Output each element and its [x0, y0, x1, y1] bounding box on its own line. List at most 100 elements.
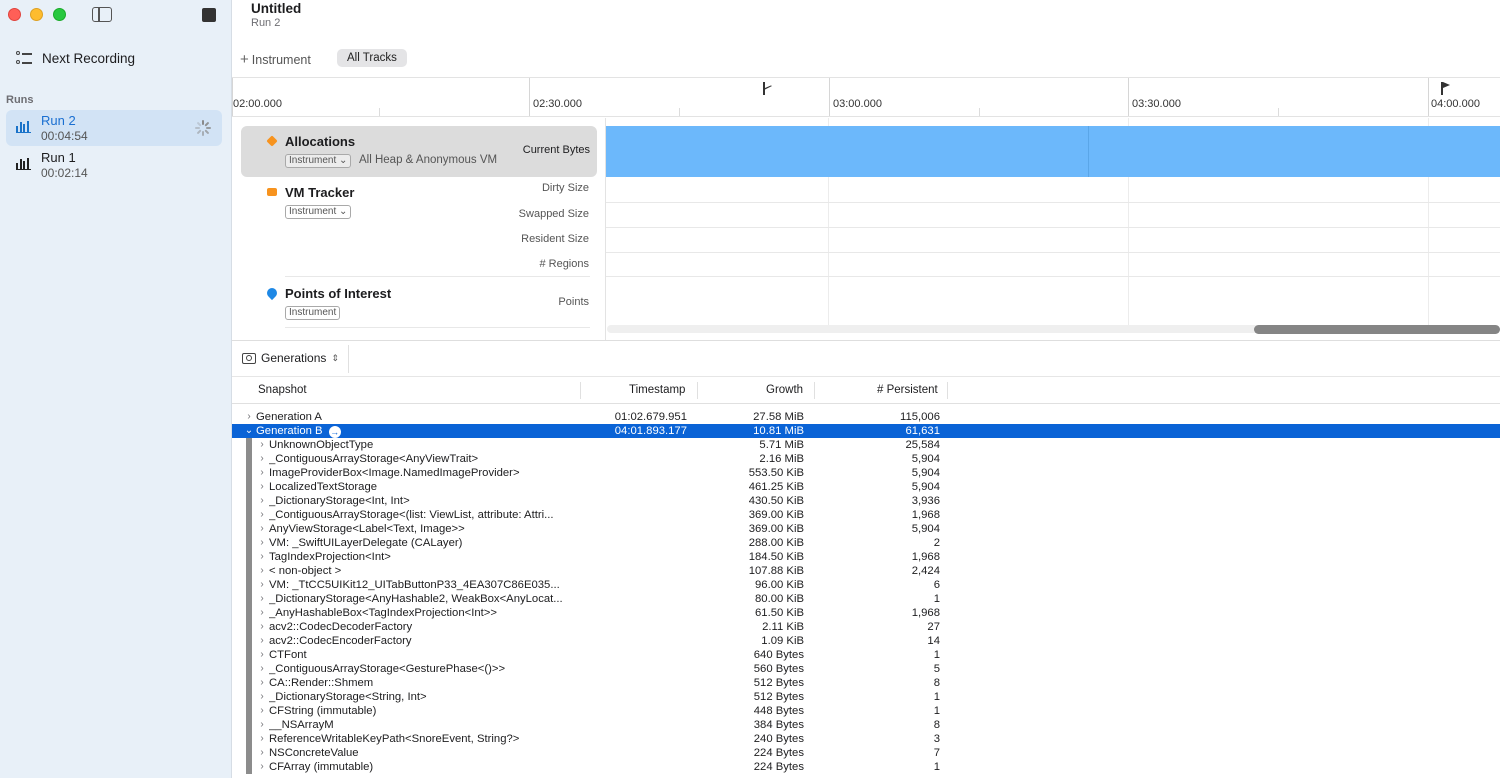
chart-bars-icon — [16, 158, 31, 170]
column-divider[interactable] — [697, 382, 698, 399]
chevron-right-icon[interactable]: › — [257, 578, 267, 592]
column-header-persistent[interactable]: # Persistent — [877, 384, 938, 396]
table-row[interactable]: › _AnyHashableBox<TagIndexProjection<Int>… — [232, 606, 1500, 620]
add-instrument-label: Instrument — [251, 53, 311, 67]
generations-selector[interactable]: Generations ⇕ — [242, 351, 339, 365]
track-graph-area[interactable] — [606, 118, 1500, 340]
stop-recording-icon[interactable] — [202, 8, 216, 22]
column-divider[interactable] — [947, 382, 948, 399]
table-row[interactable]: › _ContiguousArrayStorage<AnyViewTrait> 2.… — [232, 452, 1500, 466]
scrollbar-thumb[interactable] — [1254, 325, 1500, 334]
chevron-right-icon[interactable]: › — [257, 536, 267, 550]
go-arrow-icon[interactable]: → — [328, 426, 341, 438]
table-row[interactable]: › CFString (immutable) 448 Bytes 1 — [232, 704, 1500, 718]
table-row[interactable]: › VM: _TtCC5UIKit12_UITabButtonP33_4EA307… — [232, 578, 1500, 592]
sidebar-item-run-1[interactable]: Run 1 00:02:14 — [6, 147, 222, 183]
table-row[interactable]: › NSConcreteValue 224 Bytes 7 — [232, 746, 1500, 760]
table-row[interactable]: › CTFont 640 Bytes 1 — [232, 648, 1500, 662]
chevron-right-icon[interactable]: › — [257, 592, 267, 606]
snapshot-name: < non-object > — [269, 565, 342, 577]
tracks-panel: Allocations Instrument ⌄ All Heap & Anon… — [232, 118, 1500, 340]
table-row[interactable]: › ImageProviderBox<Image.NamedImageProvid… — [232, 466, 1500, 480]
table-row[interactable]: › __NSArrayM 384 Bytes 8 — [232, 718, 1500, 732]
nesting-indicator — [246, 466, 252, 480]
chevron-right-icon[interactable]: › — [257, 746, 267, 760]
table-row[interactable]: › CFArray (immutable) 224 Bytes 1 — [232, 760, 1500, 774]
table-row[interactable]: › LocalizedTextStorage 461.25 KiB 5,904 — [232, 480, 1500, 494]
lane-divider — [606, 252, 1500, 253]
chevron-right-icon[interactable]: › — [257, 494, 267, 508]
chevron-right-icon[interactable]: › — [257, 760, 267, 774]
table-row[interactable]: › CA::Render::Shmem 512 Bytes 8 — [232, 676, 1500, 690]
all-tracks-button[interactable]: All Tracks — [337, 49, 407, 67]
horizontal-scrollbar[interactable] — [607, 325, 1500, 334]
chevron-right-icon[interactable]: › — [257, 662, 267, 676]
chevron-right-icon[interactable]: › — [257, 480, 267, 494]
chevron-right-icon[interactable]: › — [257, 648, 267, 662]
table-row[interactable]: › TagIndexProjection<Int> 184.50 KiB 1,968 — [232, 550, 1500, 564]
chevron-right-icon[interactable]: › — [257, 508, 267, 522]
snapshot-name: _ContiguousArrayStorage<(list: ViewList,… — [269, 509, 554, 521]
nesting-indicator — [246, 746, 252, 760]
table-row[interactable]: › _ContiguousArrayStorage<(list: ViewList… — [232, 508, 1500, 522]
tick-mark — [679, 108, 680, 116]
table-row[interactable]: › acv2::CodecDecoderFactory 2.11 KiB 27 — [232, 620, 1500, 634]
chevron-right-icon[interactable]: › — [257, 732, 267, 746]
chevron-right-icon[interactable]: › — [257, 606, 267, 620]
persistent-cell: 1,968 — [911, 509, 940, 521]
flag-icon[interactable] — [1441, 82, 1451, 96]
growth-cell: 27.58 MiB — [753, 411, 804, 423]
snapshot-name: VM: _TtCC5UIKit12_UITabButtonP33_4EA307C… — [269, 579, 560, 591]
next-recording-button[interactable]: Next Recording — [16, 50, 135, 66]
allocations-track-header[interactable]: Allocations Instrument ⌄ All Heap & Anon… — [241, 126, 597, 177]
chevron-right-icon[interactable]: › — [257, 704, 267, 718]
chevron-right-icon[interactable]: › — [257, 522, 267, 536]
chevron-right-icon[interactable]: › — [257, 718, 267, 732]
chevron-right-icon[interactable]: › — [257, 634, 267, 648]
add-instrument-button[interactable]: + Instrument — [240, 51, 311, 68]
chevron-right-icon[interactable]: › — [257, 676, 267, 690]
table-row[interactable]: › VM: _SwiftUILayerDelegate (CALayer) 288.… — [232, 536, 1500, 550]
persistent-cell: 27 — [927, 621, 940, 633]
column-header-timestamp[interactable]: Timestamp — [629, 384, 685, 396]
table-row[interactable]: › < non-object > 107.88 KiB 2,424 — [232, 564, 1500, 578]
table-row[interactable]: › _ContiguousArrayStorage<GesturePhase<()… — [232, 662, 1500, 676]
chevron-right-icon[interactable]: › — [244, 410, 254, 424]
chevron-down-icon[interactable]: ⌄ — [244, 424, 254, 438]
growth-cell: 448 Bytes — [753, 705, 804, 717]
chevron-right-icon[interactable]: › — [257, 690, 267, 704]
growth-cell: 1.09 KiB — [761, 635, 804, 647]
column-header-growth[interactable]: Growth — [766, 384, 803, 396]
nesting-indicator — [246, 508, 252, 522]
table-row[interactable]: › _DictionaryStorage<String, Int> 512 Byte… — [232, 690, 1500, 704]
table-row[interactable]: › Generation A 01:02.679.951 27.58 MiB 1… — [232, 410, 1500, 424]
sidebar-item-run-2[interactable]: Run 2 00:04:54 — [6, 110, 222, 146]
table-row[interactable]: › _DictionaryStorage<Int, Int> 430.50 KiB 3… — [232, 494, 1500, 508]
table-row[interactable]: › acv2::CodecEncoderFactory 1.09 KiB 14 — [232, 634, 1500, 648]
sidebar-toggle-icon[interactable] — [92, 7, 112, 22]
table-row[interactable]: › _DictionaryStorage<AnyHashable2, WeakBo… — [232, 592, 1500, 606]
table-row[interactable]: › AnyViewStorage<Label<Text, Image>> 369.0… — [232, 522, 1500, 536]
column-divider[interactable] — [580, 382, 581, 399]
cube-icon — [266, 135, 278, 147]
table-row[interactable]: › UnknownObjectType 5.71 MiB 25,584 — [232, 438, 1500, 452]
column-divider[interactable] — [814, 382, 815, 399]
zoom-window-button[interactable] — [53, 8, 66, 21]
minimize-window-button[interactable] — [30, 8, 43, 21]
chevron-right-icon[interactable]: › — [257, 438, 267, 452]
column-header-snapshot[interactable]: Snapshot — [258, 384, 307, 396]
chevron-right-icon[interactable]: › — [257, 452, 267, 466]
close-window-button[interactable] — [8, 8, 21, 21]
chevron-right-icon[interactable]: › — [257, 550, 267, 564]
timeline-ruler[interactable]: 02:00.000 02:30.000 03:00.000 03:30.000 … — [232, 77, 1500, 117]
table-row[interactable]: › ReferenceWritableKeyPath<SnoreEvent, St… — [232, 732, 1500, 746]
chevron-right-icon[interactable]: › — [257, 466, 267, 480]
track-metric: Current Bytes — [522, 144, 590, 156]
instrument-dropdown[interactable]: Instrument ⌄ — [285, 205, 352, 219]
table-row-selected[interactable]: ⌄ Generation B → 04:01.893.177 10.81 MiB … — [232, 424, 1500, 438]
allocations-graph[interactable] — [606, 126, 1500, 177]
instrument-dropdown[interactable]: Instrument ⌄ — [285, 154, 352, 168]
chevron-right-icon[interactable]: › — [257, 620, 267, 634]
flag-outline-icon[interactable] — [763, 81, 773, 96]
chevron-right-icon[interactable]: › — [257, 564, 267, 578]
